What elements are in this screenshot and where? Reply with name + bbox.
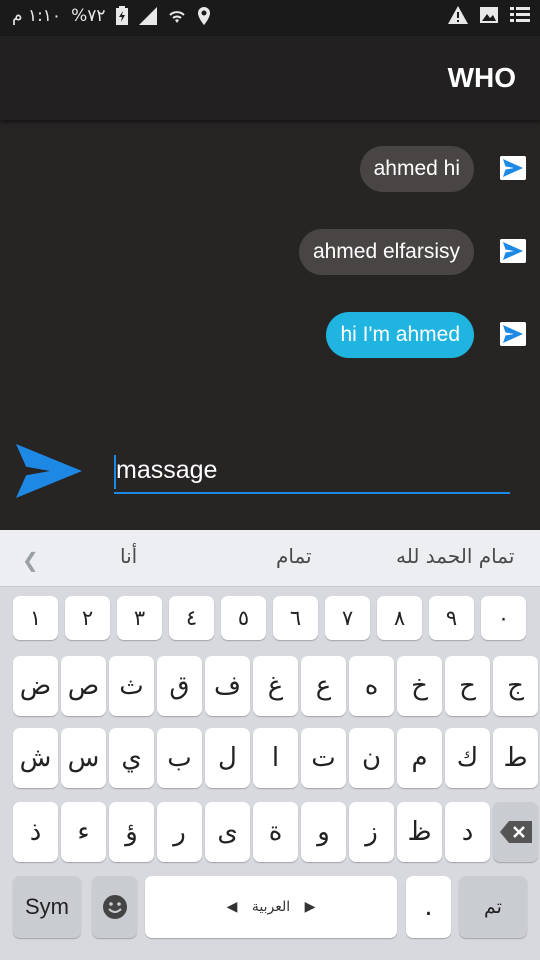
chevron-right-icon: ▶ bbox=[304, 899, 316, 915]
signal-icon bbox=[139, 7, 158, 25]
key-letter[interactable]: ء bbox=[61, 802, 106, 862]
space-key[interactable]: ◀ العربية ▶ bbox=[145, 876, 397, 938]
text-caret bbox=[114, 455, 116, 489]
key-letter[interactable]: غ bbox=[253, 656, 298, 716]
key-letter[interactable]: ش bbox=[13, 728, 58, 788]
key-letter[interactable]: ز bbox=[349, 802, 394, 862]
message-row: ahmed hi bbox=[0, 146, 540, 196]
list-icon bbox=[510, 7, 530, 22]
chevron-left-icon: ◀ bbox=[226, 899, 238, 915]
status-left: ١:١٠ م %٧٢ bbox=[12, 6, 211, 26]
emoji-icon bbox=[102, 895, 127, 919]
keyboard: ❮ أنا تمام تمام الحمد لله ١ ٢ ٣ ٤ ٥ ٦ ٧ … bbox=[0, 530, 540, 960]
app-bar: WHO bbox=[0, 36, 540, 120]
key-letter[interactable]: ص bbox=[61, 656, 106, 716]
key-letter[interactable]: ن bbox=[349, 728, 394, 788]
key-letter[interactable]: ة bbox=[253, 802, 298, 862]
status-time: ١:١٠ م bbox=[12, 6, 62, 26]
key-letter[interactable]: ر bbox=[157, 802, 202, 862]
message-bubble[interactable]: ahmed elfarsisy bbox=[298, 229, 474, 275]
suggestion-item[interactable]: تمام bbox=[276, 544, 312, 568]
chevron-left-icon[interactable]: ❮ bbox=[22, 548, 39, 572]
key-letter[interactable]: ك bbox=[445, 728, 490, 788]
send-button[interactable] bbox=[16, 444, 82, 498]
key-letter[interactable]: م bbox=[397, 728, 442, 788]
send-icon[interactable] bbox=[500, 156, 526, 180]
message-row: hi I'm ahmed bbox=[0, 312, 540, 362]
key-letter[interactable]: ع bbox=[301, 656, 346, 716]
key-letter[interactable]: س bbox=[61, 728, 106, 788]
battery-charging-icon bbox=[116, 6, 129, 25]
message-bubble[interactable]: ahmed hi bbox=[359, 146, 474, 192]
message-input[interactable]: massage bbox=[116, 456, 217, 485]
input-underline bbox=[114, 492, 510, 494]
image-icon bbox=[480, 7, 498, 23]
message-bubble[interactable]: hi I'm ahmed bbox=[326, 312, 474, 358]
status-bar: ١:١٠ م %٧٢ bbox=[0, 0, 540, 36]
location-icon bbox=[198, 7, 211, 25]
key-letter[interactable]: ج bbox=[493, 656, 538, 716]
key-8[interactable]: ٨ bbox=[377, 596, 422, 640]
key-letter[interactable]: ؤ bbox=[109, 802, 154, 862]
key-letter[interactable]: ه bbox=[349, 656, 394, 716]
emoji-key[interactable] bbox=[92, 876, 137, 938]
key-1[interactable]: ١ bbox=[13, 596, 58, 640]
key-letter[interactable]: ا bbox=[253, 728, 298, 788]
key-letter[interactable]: ل bbox=[205, 728, 250, 788]
key-3[interactable]: ٣ bbox=[117, 596, 162, 640]
key-letter[interactable]: ت bbox=[301, 728, 346, 788]
send-icon[interactable] bbox=[500, 239, 526, 263]
period-key[interactable]: . bbox=[406, 876, 451, 938]
backspace-key[interactable] bbox=[493, 802, 538, 862]
key-letter[interactable]: ذ bbox=[13, 802, 58, 862]
status-right bbox=[448, 6, 530, 24]
key-9[interactable]: ٩ bbox=[429, 596, 474, 640]
key-letter[interactable]: خ bbox=[397, 656, 442, 716]
key-letter[interactable]: د bbox=[445, 802, 490, 862]
key-letter[interactable]: ح bbox=[445, 656, 490, 716]
battery-percent: %٧٢ bbox=[71, 6, 106, 26]
key-letter[interactable]: ي bbox=[109, 728, 154, 788]
page-title: WHO bbox=[447, 62, 516, 93]
language-label: العربية bbox=[251, 899, 291, 915]
wifi-icon bbox=[169, 11, 186, 23]
key-0[interactable]: ٠ bbox=[481, 596, 526, 640]
enter-key[interactable]: تم bbox=[459, 876, 527, 938]
key-2[interactable]: ٢ bbox=[65, 596, 110, 640]
key-6[interactable]: ٦ bbox=[273, 596, 318, 640]
suggestion-bar: ❮ أنا تمام تمام الحمد لله bbox=[0, 530, 540, 587]
key-7[interactable]: ٧ bbox=[325, 596, 370, 640]
key-letter[interactable]: ض bbox=[13, 656, 58, 716]
suggestion-item[interactable]: تمام الحمد لله bbox=[396, 544, 514, 568]
key-5[interactable]: ٥ bbox=[221, 596, 266, 640]
message-row: ahmed elfarsisy bbox=[0, 229, 540, 279]
warning-icon bbox=[448, 6, 468, 24]
backspace-icon bbox=[499, 821, 532, 843]
key-letter[interactable]: ى bbox=[205, 802, 250, 862]
suggestion-item[interactable]: أنا bbox=[120, 544, 137, 568]
key-letter[interactable]: ف bbox=[205, 656, 250, 716]
key-letter[interactable]: ق bbox=[157, 656, 202, 716]
key-4[interactable]: ٤ bbox=[169, 596, 214, 640]
send-icon[interactable] bbox=[500, 322, 526, 346]
key-letter[interactable]: ظ bbox=[397, 802, 442, 862]
sym-key[interactable]: Sym bbox=[13, 876, 81, 938]
key-letter[interactable]: ب bbox=[157, 728, 202, 788]
key-letter[interactable]: و bbox=[301, 802, 346, 862]
key-letter[interactable]: ث bbox=[109, 656, 154, 716]
key-letter[interactable]: ط bbox=[493, 728, 538, 788]
